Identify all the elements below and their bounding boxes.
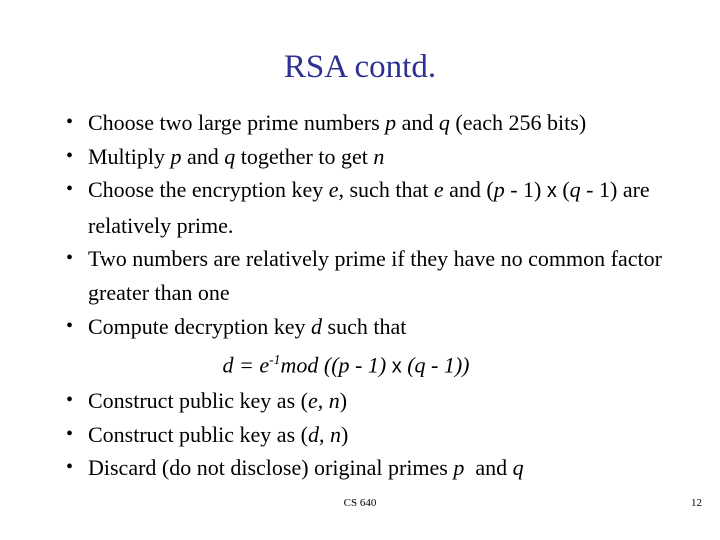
text-run: together to get	[235, 143, 374, 169]
list-item: • Construct public key as (e, n)	[58, 384, 698, 418]
text-run: p	[338, 352, 350, 378]
formula-line: d = e-1mod ((p - 1) x (q - 1))	[58, 343, 698, 384]
text-run: Two numbers are relatively prime if they…	[88, 246, 662, 305]
text-run: q	[224, 143, 236, 169]
list-item-text: Multiply p and q together to get n	[88, 140, 698, 174]
text-run: Construct public key as (	[88, 388, 308, 414]
list-item-text: Choose the encryption key e, such that e…	[88, 173, 698, 242]
text-run: q	[569, 177, 581, 203]
text-run: p	[453, 455, 465, 481]
text-run: Multiply	[88, 143, 171, 169]
text-run: e	[433, 177, 444, 203]
text-run: -1	[269, 352, 281, 368]
text-run: (each 256 bits)	[449, 110, 587, 135]
text-run: - 1)	[504, 177, 547, 203]
text-run: d	[307, 421, 319, 447]
bullet-icon: •	[66, 314, 74, 337]
text-run: (	[556, 177, 570, 203]
list-item-text: Construct public key as (e, n)	[88, 384, 698, 418]
text-run: p	[385, 110, 397, 135]
text-run: - 1))	[425, 352, 470, 378]
text-run: e	[259, 352, 270, 378]
bullet-icon: •	[66, 178, 74, 201]
text-run: , such that	[338, 177, 434, 203]
bullet-icon: •	[66, 456, 74, 479]
text-run: and	[464, 455, 513, 481]
text-run: Choose the encryption key	[88, 177, 329, 203]
page-title: RSA contd.	[283, 49, 437, 85]
text-run: p	[493, 177, 505, 203]
text-run: n	[328, 388, 340, 414]
list-item: • Choose the encryption key e, such that …	[58, 173, 698, 242]
list-item: • Discard (do not disclose) original prim…	[58, 451, 698, 485]
list-item-text: Compute decryption key d such that	[88, 310, 698, 344]
text-run: x	[546, 180, 557, 203]
list-item-text: Choose two large prime numbers p and q (…	[88, 106, 698, 140]
text-run: d	[311, 313, 323, 339]
text-run: - 1)	[349, 352, 392, 378]
bullet-icon: •	[66, 422, 74, 445]
text-run: =	[233, 352, 260, 378]
text-run: mod	[280, 352, 319, 378]
text-run: and (	[443, 177, 494, 203]
text-run: ((	[318, 352, 339, 378]
text-run: and	[181, 143, 225, 169]
list-item: • Choose two large prime numbers p and q …	[58, 106, 698, 140]
footer-course-label: CS 640	[343, 497, 377, 509]
slide-canvas: RSA contd. • Choose two large prime numbe…	[0, 0, 720, 540]
text-run: ,	[318, 421, 330, 447]
text-run: and	[396, 110, 439, 135]
bullet-icon: •	[66, 247, 74, 270]
text-run: p	[170, 143, 182, 169]
list-item: • Multiply p and q together to get n	[58, 140, 698, 174]
bullet-icon: •	[66, 389, 74, 412]
text-run: )	[339, 388, 348, 414]
list-item-text: Discard (do not disclose) original prime…	[88, 451, 698, 485]
list-item: • Construct public key as (d, n)	[58, 418, 698, 452]
list-item: • Compute decryption key d such that	[58, 310, 698, 344]
text-run: (	[401, 352, 415, 378]
text-run: Discard (do not disclose) original prime…	[88, 455, 454, 481]
footer-page-number: 12	[691, 497, 702, 509]
text-run: q	[512, 455, 524, 481]
text-run: Compute decryption key	[88, 313, 312, 339]
text-run: such that	[322, 313, 407, 339]
text-run: e	[307, 388, 318, 414]
text-run: n	[329, 421, 341, 447]
text-run: n	[373, 143, 385, 169]
text-run: Construct public key as (	[88, 421, 308, 447]
text-run: q	[414, 352, 426, 378]
text-run: d	[222, 352, 234, 378]
bullet-list: • Choose two large prime numbers p and q …	[58, 106, 698, 485]
text-run: )	[340, 421, 349, 447]
text-run: e	[328, 177, 339, 203]
text-run: x	[391, 355, 402, 378]
text-run: Choose two large prime numbers	[88, 110, 386, 135]
list-item: • Two numbers are relatively prime if the…	[58, 242, 698, 309]
list-item-text: Construct public key as (d, n)	[88, 418, 698, 452]
text-run: q	[438, 110, 450, 135]
list-item-text: Two numbers are relatively prime if they…	[88, 242, 698, 309]
bullet-icon: •	[66, 111, 74, 133]
bullet-icon: •	[66, 144, 74, 167]
text-run: ,	[317, 388, 329, 414]
